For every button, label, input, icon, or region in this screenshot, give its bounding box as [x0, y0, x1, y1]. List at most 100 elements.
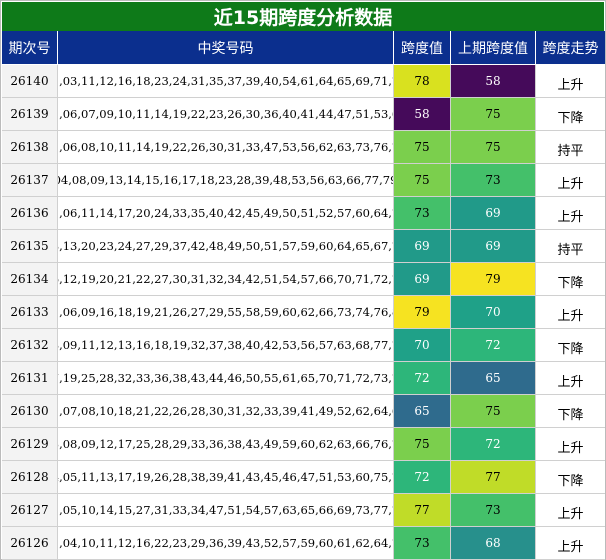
- issue-cell: 26132: [2, 329, 58, 362]
- trend-cell: 上升: [536, 197, 605, 230]
- trend-cell: 上升: [536, 296, 605, 329]
- span-cell: 65: [394, 395, 451, 428]
- trend-cell: 持平: [536, 131, 605, 164]
- numbers-cell: 06,12,19,20,21,22,27,30,31,32,34,42,51,5…: [58, 263, 394, 296]
- issue-cell: 26140: [2, 65, 58, 98]
- issue-cell: 26129: [2, 428, 58, 461]
- span-cell: 79: [394, 296, 451, 329]
- prev-span-cell: 75: [451, 131, 536, 164]
- table-header: 期次号 中奖号码 跨度值 上期跨度值 跨度走势: [2, 31, 605, 65]
- span-cell: 77: [394, 494, 451, 527]
- header-trend: 跨度走势: [536, 31, 605, 65]
- numbers-cell: 07,19,25,28,32,33,36,38,43,44,46,50,55,6…: [58, 362, 394, 395]
- trend-cell: 下降: [536, 263, 605, 296]
- issue-cell: 26127: [2, 494, 58, 527]
- span-cell: 73: [394, 197, 451, 230]
- span-cell: 73: [394, 527, 451, 560]
- numbers-cell: 08,13,20,23,24,27,29,37,42,48,49,50,51,5…: [58, 230, 394, 263]
- issue-cell: 26128: [2, 461, 58, 494]
- issue-cell: 26134: [2, 263, 58, 296]
- trend-cell: 下降: [536, 98, 605, 131]
- trend-cell: 下降: [536, 461, 605, 494]
- prev-span-cell: 58: [451, 65, 536, 98]
- table-body: 26140 01,03,11,12,16,18,23,24,31,35,37,39…: [2, 65, 605, 560]
- table-row: 26129 03,08,09,12,17,25,28,29,33,36,38,43…: [2, 428, 605, 461]
- table-row: 26140 01,03,11,12,16,18,23,24,31,35,37,39…: [2, 65, 605, 98]
- table-row: 26134 06,12,19,20,21,22,27,30,31,32,34,42…: [2, 263, 605, 296]
- issue-cell: 26135: [2, 230, 58, 263]
- prev-span-cell: 75: [451, 395, 536, 428]
- numbers-cell: 03,08,09,12,17,25,28,29,33,36,38,43,49,5…: [58, 428, 394, 461]
- prev-span-cell: 75: [451, 98, 536, 131]
- numbers-cell: 02,06,08,10,11,14,19,22,26,30,31,33,47,5…: [58, 131, 394, 164]
- trend-cell: 上升: [536, 65, 605, 98]
- table-row: 26133 01,06,09,16,18,19,21,26,27,29,55,58…: [2, 296, 605, 329]
- prev-span-cell: 73: [451, 164, 536, 197]
- table-row: 26126 01,04,10,11,12,16,22,23,29,36,39,43…: [2, 527, 605, 560]
- issue-cell: 26136: [2, 197, 58, 230]
- span-cell: 75: [394, 428, 451, 461]
- table-row: 26127 01,05,10,14,15,27,31,33,34,47,51,54…: [2, 494, 605, 527]
- header-prev-span: 上期跨度值: [451, 31, 536, 65]
- numbers-cell: 01,04,10,11,12,16,22,23,29,36,39,43,52,5…: [58, 527, 394, 560]
- trend-cell: 上升: [536, 428, 605, 461]
- trend-cell: 下降: [536, 329, 605, 362]
- numbers-cell: 02,06,07,09,10,11,14,19,22,23,26,30,36,4…: [58, 98, 394, 131]
- numbers-cell: 02,07,08,10,18,21,22,26,28,30,31,32,33,3…: [58, 395, 394, 428]
- numbers-cell: 04,05,11,13,17,19,26,28,38,39,41,43,45,4…: [58, 461, 394, 494]
- issue-cell: 26130: [2, 395, 58, 428]
- span-cell: 75: [394, 131, 451, 164]
- numbers-cell: 01,06,09,16,18,19,21,26,27,29,55,58,59,6…: [58, 296, 394, 329]
- numbers-cell: 08,09,11,12,13,16,18,19,32,37,38,40,42,5…: [58, 329, 394, 362]
- trend-cell: 下降: [536, 395, 605, 428]
- table-row: 26132 08,09,11,12,13,16,18,19,32,37,38,40…: [2, 329, 605, 362]
- span-cell: 69: [394, 230, 451, 263]
- trend-cell: 上升: [536, 494, 605, 527]
- span-cell: 70: [394, 329, 451, 362]
- span-cell: 75: [394, 164, 451, 197]
- issue-cell: 26133: [2, 296, 58, 329]
- table-row: 26138 02,06,08,10,11,14,19,22,26,30,31,33…: [2, 131, 605, 164]
- issue-cell: 26131: [2, 362, 58, 395]
- prev-span-cell: 70: [451, 296, 536, 329]
- numbers-cell: 01,05,10,14,15,27,31,33,34,47,51,54,57,6…: [58, 494, 394, 527]
- prev-span-cell: 72: [451, 428, 536, 461]
- table-row: 26136 02,06,11,14,17,20,24,33,35,40,42,45…: [2, 197, 605, 230]
- numbers-cell: 01,03,11,12,16,18,23,24,31,35,37,39,40,5…: [58, 65, 394, 98]
- span-cell: 72: [394, 362, 451, 395]
- span-analysis-page: 近15期跨度分析数据 期次号 中奖号码 跨度值 上期跨度值 跨度走势 26140…: [0, 0, 606, 560]
- header-numbers: 中奖号码: [58, 31, 394, 65]
- issue-cell: 26139: [2, 98, 58, 131]
- trend-cell: 上升: [536, 164, 605, 197]
- header-span: 跨度值: [394, 31, 451, 65]
- table-row: 26131 07,19,25,28,32,33,36,38,43,44,46,50…: [2, 362, 605, 395]
- issue-cell: 26138: [2, 131, 58, 164]
- table-row: 26137 04,08,09,13,14,15,16,17,18,23,28,39…: [2, 164, 605, 197]
- issue-cell: 26137: [2, 164, 58, 197]
- prev-span-cell: 69: [451, 230, 536, 263]
- prev-span-cell: 73: [451, 494, 536, 527]
- table-row: 26128 04,05,11,13,17,19,26,28,38,39,41,43…: [2, 461, 605, 494]
- table-row: 26130 02,07,08,10,18,21,22,26,28,30,31,32…: [2, 395, 605, 428]
- span-cell: 69: [394, 263, 451, 296]
- table-row: 26139 02,06,07,09,10,11,14,19,22,23,26,30…: [2, 98, 605, 131]
- numbers-cell: 02,06,11,14,17,20,24,33,35,40,42,45,49,5…: [58, 197, 394, 230]
- prev-span-cell: 68: [451, 527, 536, 560]
- prev-span-cell: 65: [451, 362, 536, 395]
- prev-span-cell: 72: [451, 329, 536, 362]
- trend-cell: 上升: [536, 527, 605, 560]
- trend-cell: 上升: [536, 362, 605, 395]
- page-title: 近15期跨度分析数据: [2, 2, 604, 31]
- prev-span-cell: 69: [451, 197, 536, 230]
- header-issue: 期次号: [2, 31, 58, 65]
- span-cell: 72: [394, 461, 451, 494]
- span-table: 期次号 中奖号码 跨度值 上期跨度值 跨度走势 26140 01,03,11,12…: [2, 31, 605, 560]
- span-cell: 58: [394, 98, 451, 131]
- span-cell: 78: [394, 65, 451, 98]
- numbers-cell: 04,08,09,13,14,15,16,17,18,23,28,39,48,5…: [58, 164, 394, 197]
- issue-cell: 26126: [2, 527, 58, 560]
- trend-cell: 持平: [536, 230, 605, 263]
- table-row: 26135 08,13,20,23,24,27,29,37,42,48,49,50…: [2, 230, 605, 263]
- prev-span-cell: 77: [451, 461, 536, 494]
- prev-span-cell: 79: [451, 263, 536, 296]
